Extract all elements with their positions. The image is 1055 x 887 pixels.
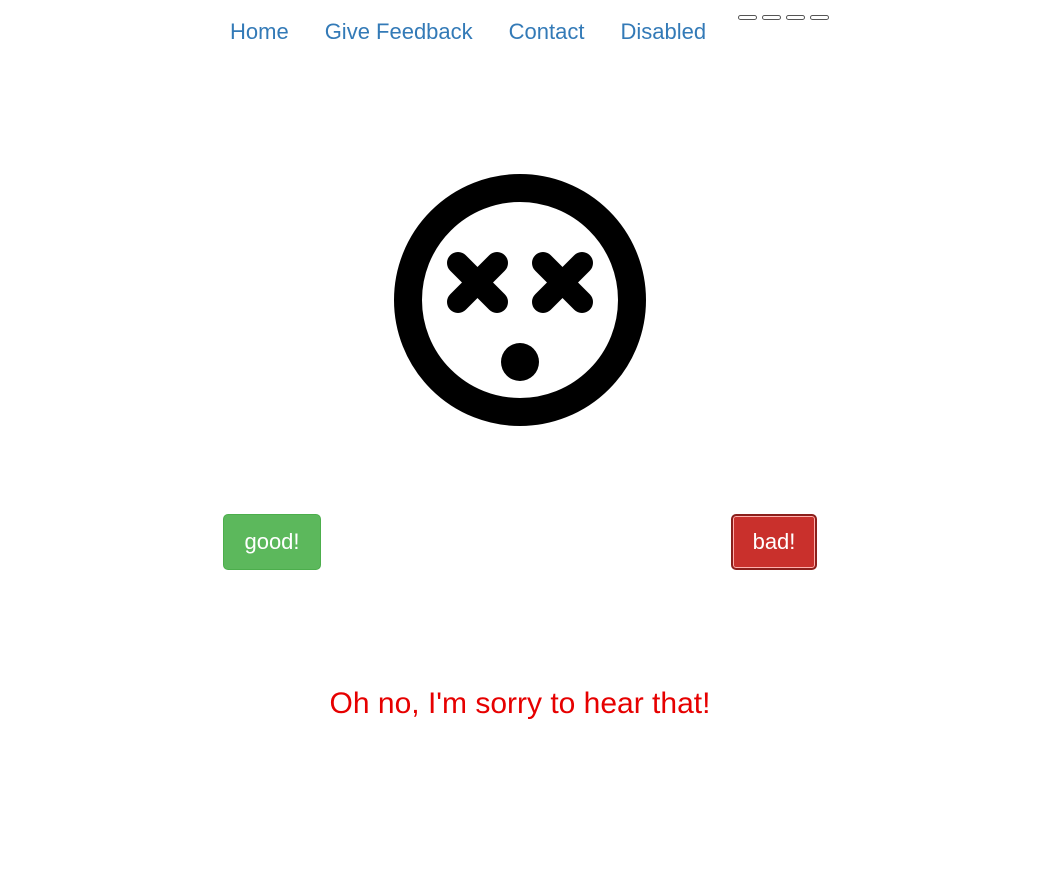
bad-button-label: bad!	[752, 529, 796, 554]
feedback-page: Home Give Feedback Contact Disabled good…	[0, 0, 1055, 887]
nav-disabled-link: Disabled	[620, 19, 707, 44]
nav-home-link[interactable]: Home	[212, 16, 307, 48]
feedback-message: Oh no, I'm sorry to hear that!	[329, 687, 711, 720]
bad-button[interactable]: bad!	[731, 514, 817, 570]
good-button-label: good!	[244, 529, 300, 554]
dizzy-face-icon	[370, 150, 670, 450]
toggle-bar	[738, 15, 757, 20]
top-nav: Home Give Feedback Contact Disabled	[212, 16, 724, 48]
nav-give-feedback-link[interactable]: Give Feedback	[307, 16, 491, 48]
toggle-bar	[786, 15, 805, 20]
nav-contact-link[interactable]: Contact	[491, 16, 603, 48]
good-button[interactable]: good!	[223, 514, 321, 570]
toggle-bar	[810, 15, 829, 20]
menu-toggle-icon[interactable]	[738, 15, 829, 20]
toggle-bar	[762, 15, 781, 20]
